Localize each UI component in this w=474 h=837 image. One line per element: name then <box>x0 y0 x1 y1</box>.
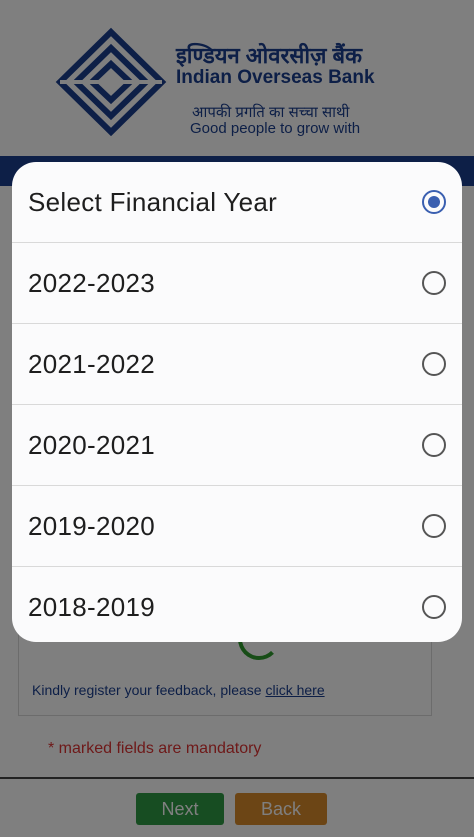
radio-unselected-icon[interactable] <box>422 433 446 457</box>
financial-year-dialog: Select Financial Year 2022-2023 2021-202… <box>12 162 462 642</box>
radio-unselected-icon[interactable] <box>422 271 446 295</box>
option-label: 2021-2022 <box>28 348 156 379</box>
option-label: 2019-2020 <box>28 510 156 541</box>
option-2022-2023[interactable]: 2022-2023 <box>12 243 462 324</box>
option-2020-2021[interactable]: 2020-2021 <box>12 405 462 486</box>
radio-selected-icon[interactable] <box>422 190 446 214</box>
option-label: 2018-2019 <box>28 591 156 622</box>
option-select-financial-year[interactable]: Select Financial Year <box>12 162 462 243</box>
option-2018-2019[interactable]: 2018-2019 <box>12 567 462 642</box>
radio-unselected-icon[interactable] <box>422 595 446 619</box>
radio-unselected-icon[interactable] <box>422 352 446 376</box>
radio-unselected-icon[interactable] <box>422 514 446 538</box>
option-label: Select Financial Year <box>28 186 278 217</box>
option-2019-2020[interactable]: 2019-2020 <box>12 486 462 567</box>
option-label: 2022-2023 <box>28 267 156 298</box>
option-2021-2022[interactable]: 2021-2022 <box>12 324 462 405</box>
option-label: 2020-2021 <box>28 429 156 460</box>
